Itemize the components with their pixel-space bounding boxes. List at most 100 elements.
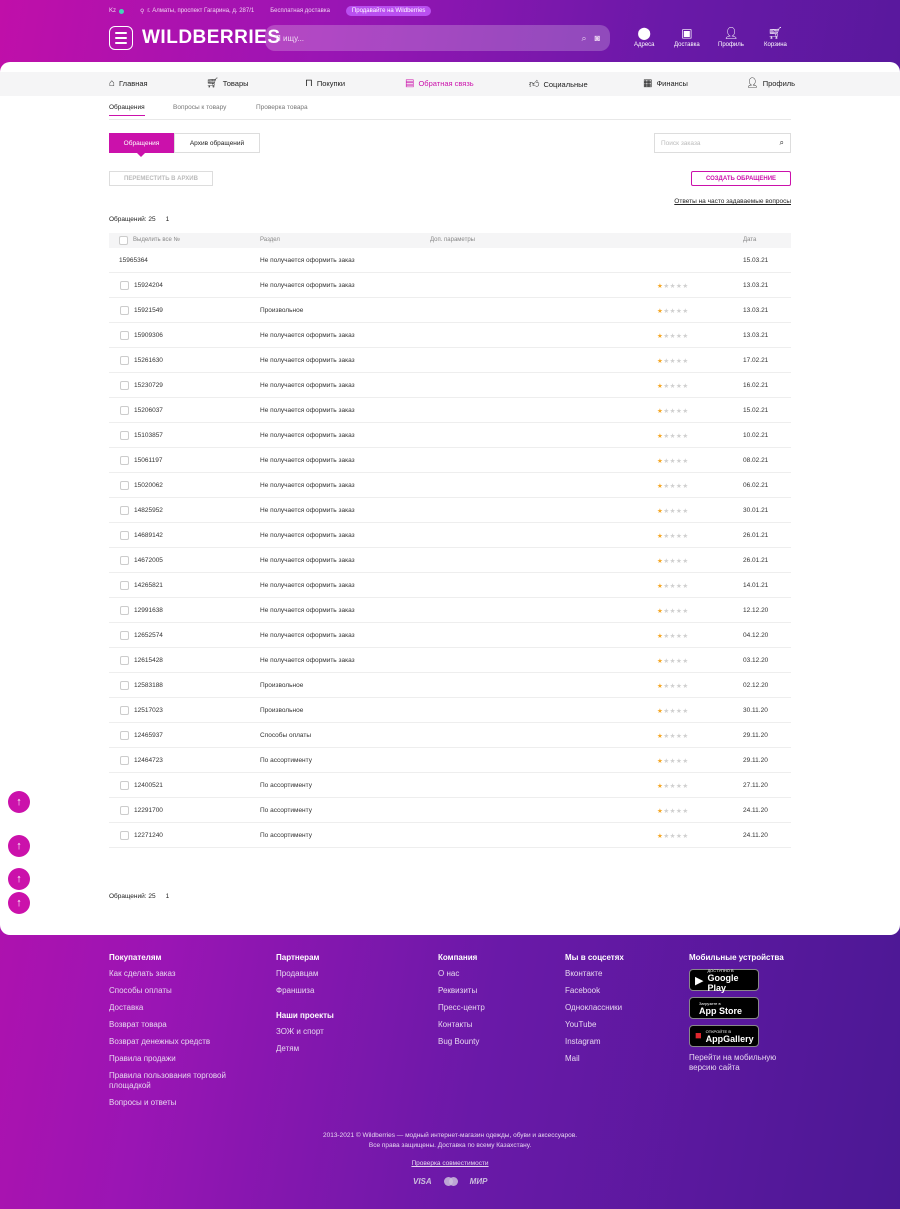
footer-link[interactable]: Пресс-центр <box>438 1003 548 1013</box>
table-row[interactable]: 12615428 Не получается оформить заказ ★★★★… <box>109 648 791 673</box>
table-row[interactable]: 14689142 Не получается оформить заказ ★★★★… <box>109 523 791 548</box>
table-row[interactable]: 12271240 По ассортименту ★★★★★ 24.11.20 <box>109 823 791 848</box>
free-delivery-link[interactable]: Бесплатная доставка <box>270 8 330 14</box>
table-row[interactable]: 12991638 Не получается оформить заказ ★★★★… <box>109 598 791 623</box>
footer-link[interactable]: Вопросы и ответы <box>109 1098 259 1108</box>
table-row[interactable]: 15921549 Произвольное ★★★★★ 13.03.21 <box>109 298 791 323</box>
catnav-goods[interactable]: 🛒︎ Товары <box>206 78 249 89</box>
row-checkbox[interactable] <box>120 556 129 565</box>
row-checkbox[interactable] <box>120 581 129 590</box>
rating-stars[interactable]: ★★★★★ <box>657 732 689 740</box>
rating-stars[interactable]: ★★★★★ <box>657 557 689 565</box>
table-row[interactable]: 15061197 Не получается оформить заказ ★★★★… <box>109 448 791 473</box>
table-row[interactable]: 12652574 Не получается оформить заказ ★★★★… <box>109 623 791 648</box>
region-selector[interactable]: Kz <box>109 8 125 14</box>
row-checkbox[interactable] <box>120 606 129 615</box>
row-checkbox[interactable] <box>120 456 129 465</box>
table-row[interactable]: 12291700 По ассортименту ★★★★★ 24.11.20 <box>109 798 791 823</box>
faq-link[interactable]: Ответы на часто задаваемые вопросы <box>674 198 791 205</box>
rating-stars[interactable]: ★★★★★ <box>657 832 689 840</box>
footer-link[interactable]: О нас <box>438 969 548 979</box>
rating-stars[interactable]: ★★★★★ <box>657 807 689 815</box>
footer-link[interactable]: Bug Bounty <box>438 1037 548 1047</box>
camera-icon[interactable]: ◙ <box>595 33 600 43</box>
row-checkbox[interactable] <box>120 431 129 440</box>
nav-profile[interactable]: 👤︎ Профиль <box>718 26 744 48</box>
row-checkbox[interactable] <box>120 756 129 765</box>
rating-stars[interactable]: ★★★★★ <box>657 707 689 715</box>
logo[interactable]: WILDBERRIES <box>142 27 281 49</box>
row-checkbox[interactable] <box>120 631 129 640</box>
menu-button[interactable] <box>109 26 133 50</box>
footer-link[interactable]: Instagram <box>565 1037 675 1047</box>
row-checkbox[interactable] <box>120 306 129 315</box>
rating-stars[interactable]: ★★★★★ <box>657 582 689 590</box>
table-row[interactable]: 14265821 Не получается оформить заказ ★★★★… <box>109 573 791 598</box>
table-row[interactable]: 14672005 Не получается оформить заказ ★★★★… <box>109 548 791 573</box>
table-row[interactable]: 15965364 Не получается оформить заказ 15.0… <box>109 248 791 273</box>
row-checkbox[interactable] <box>120 806 129 815</box>
nav-cart[interactable]: 🛒︎ Корзина <box>764 26 787 48</box>
rating-stars[interactable]: ★★★★★ <box>657 382 689 390</box>
move-to-archive-button[interactable]: ПЕРЕМЕСТИТЬ В АРХИВ <box>109 171 213 186</box>
footer-link[interactable]: Правила продажи <box>109 1054 259 1064</box>
footer-link[interactable]: Реквизиты <box>438 986 548 996</box>
app-store-badge[interactable]: Загрузите в App Store <box>689 997 759 1019</box>
scroll-up-button[interactable]: ↑ <box>8 892 30 914</box>
sell-on-wildberries-button[interactable]: Продавайте на Wildberries <box>345 6 432 16</box>
footer-link[interactable]: ЗОЖ и спорт <box>276 1027 416 1037</box>
row-checkbox[interactable] <box>120 656 129 665</box>
rating-stars[interactable]: ★★★★★ <box>657 657 689 665</box>
page-number[interactable]: 1 <box>166 893 170 900</box>
row-checkbox[interactable] <box>120 506 129 515</box>
search-icon[interactable]: ⌕ <box>780 138 784 148</box>
nav-addresses[interactable]: ⬤ Адреса <box>634 26 655 48</box>
mobile-version-link[interactable]: Перейти на мобильную версию сайта <box>689 1053 789 1073</box>
rating-stars[interactable]: ★★★★★ <box>657 357 689 365</box>
rating-stars[interactable]: ★★★★★ <box>657 757 689 765</box>
search-input[interactable] <box>275 33 574 43</box>
table-row[interactable]: 15261630 Не получается оформить заказ ★★★★… <box>109 348 791 373</box>
footer-link[interactable]: Возврат товара <box>109 1020 259 1030</box>
rating-stars[interactable]: ★★★★★ <box>657 632 689 640</box>
tab-active-requests[interactable]: Обращения <box>109 133 174 157</box>
table-row[interactable]: 15206037 Не получается оформить заказ ★★★★… <box>109 398 791 423</box>
table-row[interactable]: 15909306 Не получается оформить заказ ★★★★… <box>109 323 791 348</box>
subtab-requests[interactable]: Обращения <box>109 104 145 116</box>
catnav-feedback[interactable]: ▤ Обратная связь <box>405 78 474 89</box>
row-checkbox[interactable] <box>120 681 129 690</box>
footer-link[interactable]: Правила пользования торговой площадкой <box>109 1071 259 1091</box>
footer-link[interactable]: Одноклассники <box>565 1003 675 1013</box>
rating-stars[interactable]: ★★★★★ <box>657 532 689 540</box>
order-search-input[interactable] <box>661 139 780 147</box>
footer-link[interactable]: Продавцам <box>276 969 416 979</box>
scroll-up-button[interactable]: ↑ <box>8 791 30 813</box>
footer-link[interactable]: Как сделать заказ <box>109 969 259 979</box>
table-row[interactable]: 12517023 Произвольное ★★★★★ 30.11.20 <box>109 698 791 723</box>
table-row[interactable]: 12465937 Способы оплаты ★★★★★ 29.11.20 <box>109 723 791 748</box>
catnav-finance[interactable]: ▦ Финансы <box>643 78 688 89</box>
row-checkbox[interactable] <box>120 481 129 490</box>
rating-stars[interactable]: ★★★★★ <box>657 407 689 415</box>
footer-link[interactable]: Детям <box>276 1044 416 1054</box>
footer-link[interactable]: Facebook <box>565 986 675 996</box>
rating-stars[interactable]: ★★★★★ <box>657 482 689 490</box>
table-row[interactable]: 12464723 По ассортименту ★★★★★ 29.11.20 <box>109 748 791 773</box>
footer-link[interactable]: Франшиза <box>276 986 416 996</box>
nav-delivery[interactable]: ▣ Доставка <box>674 26 700 48</box>
rating-stars[interactable]: ★★★★★ <box>657 457 689 465</box>
row-checkbox[interactable] <box>120 281 129 290</box>
table-row[interactable]: 15020062 Не получается оформить заказ ★★★★… <box>109 473 791 498</box>
tab-archive-requests[interactable]: Архив обращений <box>174 133 260 153</box>
row-checkbox[interactable] <box>120 831 129 840</box>
scroll-up-button[interactable]: ↑ <box>8 835 30 857</box>
rating-stars[interactable]: ★★★★★ <box>657 782 689 790</box>
row-checkbox[interactable] <box>120 406 129 415</box>
row-checkbox[interactable] <box>120 331 129 340</box>
table-row[interactable]: 14825952 Не получается оформить заказ ★★★★… <box>109 498 791 523</box>
rating-stars[interactable]: ★★★★★ <box>657 432 689 440</box>
footer-link[interactable]: Доставка <box>109 1003 259 1013</box>
row-checkbox[interactable] <box>120 731 129 740</box>
table-row[interactable]: 12400521 По ассортименту ★★★★★ 27.11.20 <box>109 773 791 798</box>
footer-link[interactable]: Контакты <box>438 1020 548 1030</box>
